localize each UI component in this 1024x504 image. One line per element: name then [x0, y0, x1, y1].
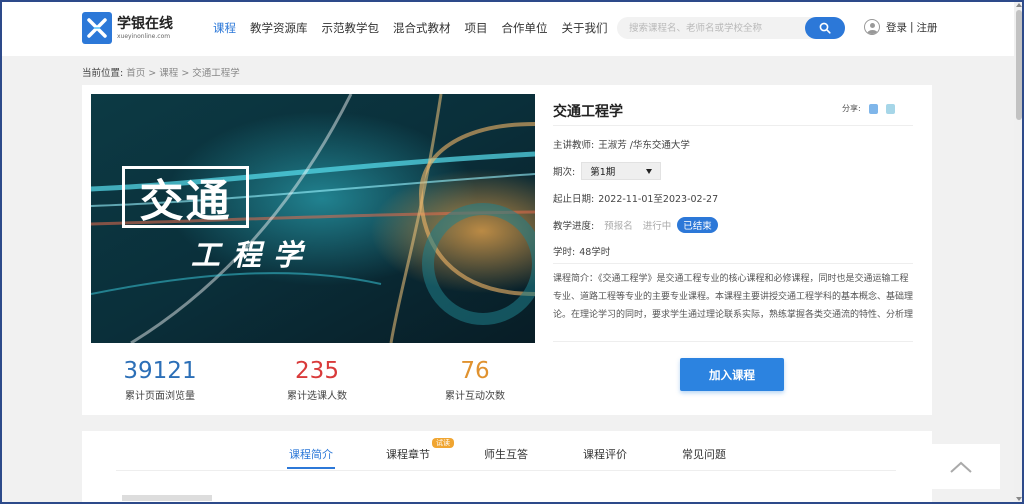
auth-links: 登录 | 注册 — [864, 19, 938, 35]
term-select[interactable]: 第1期 — [581, 162, 662, 180]
divider — [553, 341, 913, 342]
stat-label: 累计选课人数 — [287, 391, 347, 402]
course-title: 交通工程学 — [553, 104, 623, 120]
user-avatar-icon — [864, 19, 880, 35]
course-intro: 课程简介：《交通工程学》是交通工程专业的核心课程和必修课程，同时也是交通运输工程… — [553, 274, 913, 320]
hours-value: 48学时 — [579, 247, 611, 258]
stat-interactions: 76 累计互动次数 — [415, 357, 535, 402]
search-input[interactable] — [617, 17, 797, 39]
term-row: 期次: 第1期 — [553, 162, 662, 180]
share-bar: 分享: — [842, 103, 895, 114]
share-qzone-icon[interactable] — [868, 103, 878, 114]
breadcrumb-home[interactable]: 首页 — [126, 68, 145, 79]
progress-row: 教学进度: 预报名 进行中 已结束 — [553, 217, 718, 233]
stat-value: 39121 — [123, 358, 197, 384]
join-course-button[interactable]: 加入课程 — [680, 358, 784, 391]
cover-title: 交通 — [139, 176, 232, 227]
breadcrumb-current: 交通工程学 — [192, 68, 240, 79]
breadcrumb-separator: > — [181, 68, 193, 79]
dates-row: 起止日期: 2022-11-01至2023-02-27 — [553, 191, 718, 205]
trial-badge: 试读 — [432, 438, 454, 448]
course-cover-image: 交通 工程学 — [91, 94, 535, 343]
site-logo[interactable]: 学银在线 xueyinonline.com — [82, 12, 173, 44]
nav-item-blended-textbooks[interactable]: 混合式教材 — [393, 20, 451, 36]
nav-item-about[interactable]: 关于我们 — [562, 20, 608, 36]
content-peek — [122, 495, 212, 501]
cover-subtitle: 工程学 — [191, 238, 315, 272]
hours-row: 学时: 48学时 — [553, 244, 610, 258]
nav-item-projects[interactable]: 项目 — [465, 20, 488, 36]
logo-name: 学银在线 — [117, 15, 173, 32]
chevron-up-icon — [949, 461, 972, 473]
breadcrumb-courses[interactable]: 课程 — [159, 68, 178, 79]
page-scrollbar[interactable] — [1014, 0, 1024, 504]
teacher-row: 主讲教师: 王淑芳 /华东交通大学 — [553, 137, 690, 151]
nav-item-partners[interactable]: 合作单位 — [502, 20, 548, 36]
scroll-up-arrow-icon[interactable] — [1016, 3, 1022, 7]
search-icon — [819, 22, 831, 34]
logo-mark-icon — [82, 12, 112, 44]
course-detail-card: 交通 工程学 39121 累计页面浏览量 235 累计选课人数 76 累计互动次… — [82, 85, 932, 415]
logo-domain: xueyinonline.com — [117, 32, 171, 40]
stat-value: 235 — [295, 358, 339, 384]
nav-item-courses[interactable]: 课程 — [213, 20, 236, 36]
stat-label: 累计互动次数 — [445, 391, 505, 402]
tab-chapters[interactable]: 课程章节 — [386, 446, 430, 462]
stat-page-views: 39121 累计页面浏览量 — [100, 357, 220, 402]
tab-qa[interactable]: 师生互答 — [484, 446, 528, 462]
nav-item-resource-library[interactable]: 教学资源库 — [250, 20, 308, 36]
caret-down-icon — [646, 168, 653, 174]
nav-item-demo-packages[interactable]: 示范教学包 — [322, 20, 380, 36]
course-tabs-card: 课程简介 课程章节 试读 师生互答 课程评价 常见问题 — [82, 431, 932, 504]
term-value: 第1期 — [590, 167, 616, 178]
search-button[interactable] — [805, 17, 845, 39]
teacher-value: 王淑芳 /华东交通大学 — [598, 140, 690, 151]
tab-faq[interactable]: 常见问题 — [682, 446, 726, 462]
progress-in-progress: 进行中 — [642, 221, 672, 232]
cover-title-box: 交通 — [122, 166, 249, 228]
progress-pre-enroll: 预报名 — [604, 221, 633, 232]
login-link[interactable]: 登录 — [886, 20, 907, 35]
divider — [553, 263, 913, 264]
stat-enrolled: 235 累计选课人数 — [257, 357, 377, 402]
hours-label: 学时: — [553, 247, 576, 258]
back-to-top-button[interactable] — [921, 444, 1000, 489]
share-label: 分享: — [842, 104, 861, 113]
divider — [553, 125, 913, 126]
register-link[interactable]: 注册 — [917, 20, 938, 35]
breadcrumb-prefix: 当前位置: — [82, 68, 124, 79]
main-nav: 课程 教学资源库 示范教学包 混合式教材 项目 合作单位 关于我们 — [213, 20, 622, 36]
auth-separator: | — [910, 21, 914, 33]
stat-label: 累计页面浏览量 — [125, 391, 195, 402]
stat-value: 76 — [460, 358, 490, 384]
progress-ended: 已结束 — [677, 217, 718, 233]
tab-intro[interactable]: 课程简介 — [289, 446, 333, 462]
term-label: 期次: — [553, 167, 576, 178]
progress-label: 教学进度: — [553, 221, 595, 232]
tab-reviews[interactable]: 课程评价 — [583, 446, 627, 462]
tabs-divider — [116, 470, 896, 471]
site-header: 学银在线 xueyinonline.com 课程 教学资源库 示范教学包 混合式… — [0, 0, 1014, 56]
dates-value: 2022-11-01至2023-02-27 — [598, 194, 719, 205]
scroll-thumb[interactable] — [1016, 10, 1022, 120]
dates-label: 起止日期: — [553, 194, 595, 205]
teacher-label: 主讲教师: — [553, 140, 595, 151]
share-weibo-icon[interactable] — [885, 103, 895, 114]
scroll-down-arrow-icon[interactable] — [1016, 497, 1022, 501]
active-tab-indicator — [287, 467, 335, 469]
breadcrumb-separator: > — [148, 68, 160, 79]
breadcrumb: 当前位置: 首页 > 课程 > 交通工程学 — [82, 65, 240, 79]
search-bar — [617, 17, 845, 39]
